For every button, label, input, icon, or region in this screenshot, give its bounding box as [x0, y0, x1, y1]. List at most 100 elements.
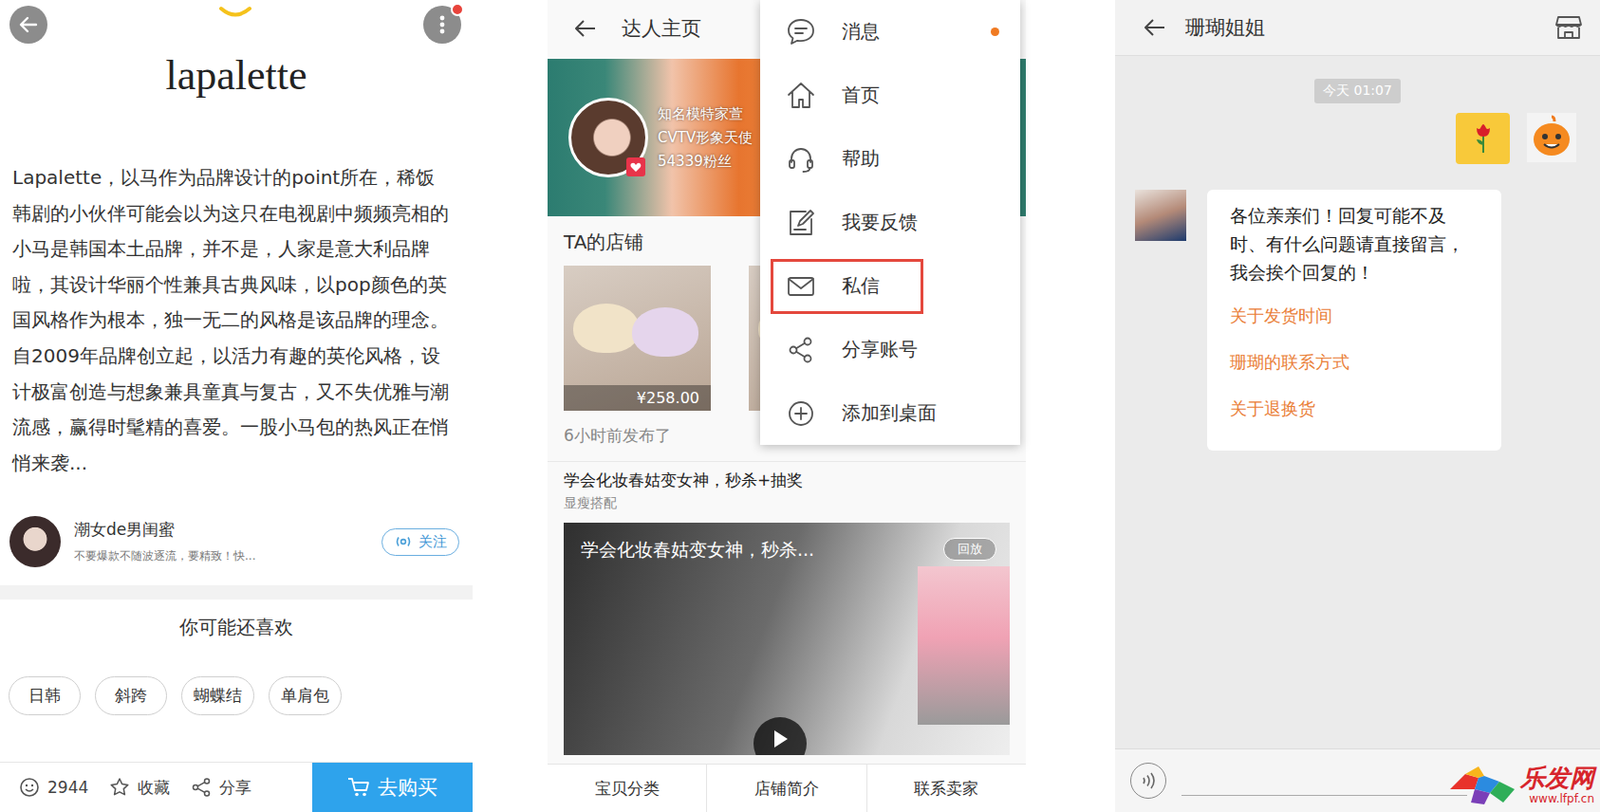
voice-button[interactable]: [1130, 762, 1167, 800]
quick-question-link[interactable]: 珊瑚的联系方式: [1229, 338, 1481, 386]
cart-icon: [347, 777, 371, 799]
screen: lapaletteLapalette，以马作为品牌设计的point所在，稀饭韩剧…: [0, 0, 1600, 812]
replay-badge: 回放: [943, 538, 997, 561]
menu-item[interactable]: 帮助: [760, 127, 1021, 191]
profile-info: 知名模特家萱 CVTV形象天使 54339粉丝: [657, 105, 753, 171]
notification-dot: [450, 2, 465, 17]
post-tag: 显瘦搭配: [547, 495, 1026, 513]
profile-avatar[interactable]: [568, 97, 649, 178]
menu-item[interactable]: 私信: [760, 254, 1021, 318]
menu-item[interactable]: 首页: [760, 63, 1021, 128]
shop-tab[interactable]: 店铺简介: [706, 764, 866, 812]
menu-label: 消息: [841, 18, 880, 45]
my-avatar[interactable]: [1526, 112, 1577, 163]
back-button[interactable]: [9, 5, 48, 44]
watermark-text: 乐发网www.lfpf.cn: [1520, 763, 1595, 807]
smile-logo-icon: [218, 5, 253, 19]
shop-tab[interactable]: 联系卖家: [866, 764, 1026, 812]
article-panel: lapaletteLapalette，以马作为品牌设计的point所在，稀饭韩剧…: [0, 0, 473, 812]
menu-item-content: 我要反馈: [770, 195, 932, 251]
shop-tabs: 宝贝分类店铺简介联系卖家: [547, 763, 1026, 812]
sent-message: [1115, 112, 1600, 165]
watermark-url: www.lfpf.cn: [1528, 792, 1595, 807]
follow-button[interactable]: 关注: [381, 528, 460, 557]
tag-list: 日韩斜跨蝴蝶结单肩包: [0, 676, 473, 716]
mascot-icon: [1526, 112, 1577, 163]
buy-button[interactable]: 去购买: [312, 762, 473, 812]
profile-subtitle: CVTV形象天使: [657, 129, 753, 148]
video-title: 学会化妆春姑变女神，秒杀...: [580, 538, 815, 563]
video-top: 学会化妆春姑变女神，秒杀... 回放: [563, 522, 1010, 563]
quick-question-link[interactable]: 关于发货时间: [1229, 292, 1481, 339]
received-message: 各位亲亲们！回复可能不及时、有什么问题请直接留言，我会挨个回复的！关于发货时间珊…: [1115, 189, 1600, 451]
favorite-button[interactable]: 收藏: [109, 777, 170, 800]
menu-label: 我要反馈: [841, 209, 918, 236]
article-text: Lapalette，以马作为品牌设计的point所在，稀饭韩剧的小伙伴可能会以为…: [0, 160, 473, 482]
favorite-label: 收藏: [137, 777, 170, 800]
video-card[interactable]: 学会化妆春姑变女神，秒杀... 回放: [563, 522, 1010, 756]
add-icon: [784, 397, 818, 430]
menu-label: 分享账号: [841, 336, 918, 363]
profile-name: 知名模特家萱: [657, 105, 753, 124]
menu-item[interactable]: 添加到桌面: [760, 381, 1021, 446]
message-time: 今天 01:07: [1314, 78, 1401, 104]
message-input[interactable]: [1181, 766, 1468, 797]
section-separator: [0, 585, 473, 600]
product-card[interactable]: ¥258.00: [563, 265, 711, 411]
like-button[interactable]: 2944: [18, 777, 89, 799]
tag[interactable]: 日韩: [8, 676, 81, 716]
received-bubble: 各位亲亲们！回复可能不及时、有什么问题请直接留言，我会挨个回复的！关于发货时间珊…: [1207, 189, 1502, 451]
menu-item-content: 首页: [770, 68, 924, 124]
play-button[interactable]: [753, 717, 807, 756]
seller-avatar[interactable]: [1134, 189, 1187, 242]
back-arrow-icon[interactable]: [574, 18, 597, 39]
back-arrow-icon[interactable]: [1143, 17, 1167, 38]
menu-item-content: 分享账号: [770, 322, 932, 378]
menu-item[interactable]: 分享账号: [760, 317, 1021, 382]
smiley-icon: [18, 777, 40, 799]
chat-title: 珊瑚姐姐: [1185, 14, 1555, 41]
related-title: 你可能还喜欢: [0, 599, 473, 643]
tag[interactable]: 斜跨: [94, 676, 168, 716]
mail-icon: [784, 270, 818, 303]
watermark: 乐发网www.lfpf.cn: [1446, 761, 1595, 807]
fans-count: 54339粉丝: [657, 152, 753, 171]
profile-panel: 达人主页知名模特家萱CVTV形象天使54339粉丝TA的店铺¥258.006小时…: [547, 0, 1026, 812]
feedback-icon: [784, 206, 818, 240]
horse-logo-icon: [1446, 761, 1519, 807]
unread-dot: [990, 27, 1000, 37]
menu-item-content: 添加到桌面: [770, 386, 951, 442]
quick-question-link[interactable]: 关于退换货: [1229, 385, 1481, 432]
back-arrow-icon: [18, 14, 39, 36]
menu-label: 帮助: [841, 146, 880, 172]
menu-label: 添加到桌面: [841, 400, 937, 427]
header-title: 达人主页: [621, 15, 702, 42]
voice-icon: [1138, 771, 1158, 791]
product-photo: [632, 307, 699, 357]
bottom-bar: 2944 收藏 分享 去购买: [0, 762, 473, 812]
author-name[interactable]: 潮女de男闺蜜: [74, 519, 369, 541]
sent-bubble: [1455, 112, 1510, 165]
menu-item-content: 私信: [770, 259, 924, 315]
store-icon[interactable]: [1554, 14, 1583, 41]
product-price: ¥258.00: [563, 385, 711, 411]
tag[interactable]: 蝴蝶结: [181, 676, 255, 716]
author-info: 潮女de男闺蜜不要爆款不随波逐流，要精致！快...: [74, 519, 369, 565]
shop-tab[interactable]: 宝贝分类: [547, 764, 707, 812]
author-bio: 不要爆款不随波逐流，要精致！快...: [74, 548, 369, 565]
buy-label: 去购买: [377, 774, 438, 801]
star-icon: [109, 777, 131, 799]
share-icon: [190, 777, 212, 799]
menu-item[interactable]: 消息: [760, 0, 1021, 64]
menu-item[interactable]: 我要反馈: [760, 190, 1021, 255]
more-button[interactable]: [423, 5, 462, 44]
post-title[interactable]: 学会化妆春姑变女神，秒杀+抽奖: [547, 462, 1026, 496]
author-avatar[interactable]: [9, 516, 61, 568]
share-label: 分享: [219, 777, 252, 800]
tag[interactable]: 单肩包: [268, 676, 342, 716]
more-dots-icon: [438, 14, 447, 36]
share-icon: [784, 334, 818, 367]
chat-icon: [784, 16, 818, 49]
share-button[interactable]: 分享: [190, 777, 252, 800]
broadcast-icon: [393, 535, 413, 549]
